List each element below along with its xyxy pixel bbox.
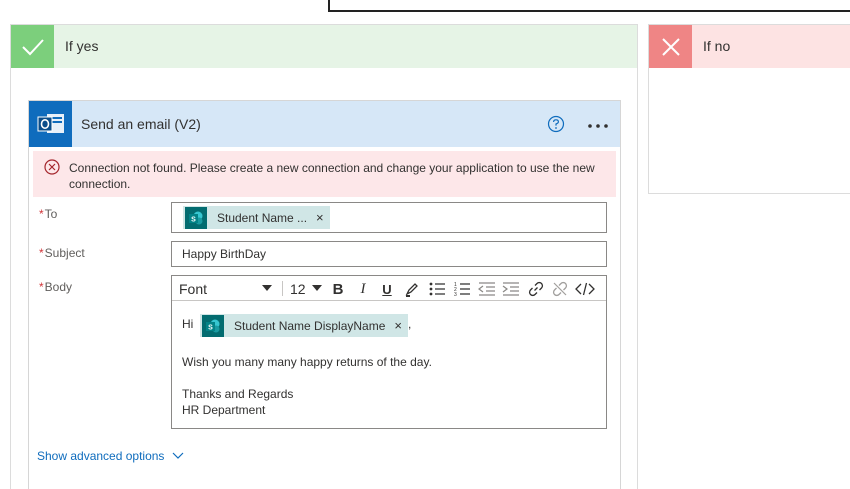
numbered-list-icon[interactable]: 123 (452, 279, 472, 299)
body-line-wishes: Wish you many many happy returns of the … (182, 355, 432, 369)
advanced-options-label: Show advanced options (37, 449, 165, 463)
error-message: Connection not found. Please create a ne… (69, 161, 595, 191)
body-label: *Body (39, 280, 73, 294)
subject-field[interactable]: Happy BirthDay (171, 241, 607, 267)
sharepoint-icon: S (185, 206, 207, 229)
if-no-branch: If no (648, 24, 850, 194)
body-comma: , (408, 317, 412, 331)
to-token-label: Student Name ... (217, 210, 308, 225)
more-options-icon[interactable] (587, 113, 609, 134)
to-token-remove-icon[interactable]: × (316, 210, 324, 225)
svg-text:S: S (191, 216, 196, 223)
to-dynamic-token[interactable]: S Student Name ... × (183, 206, 330, 229)
toolbar-divider (282, 281, 283, 296)
remove-link-icon[interactable] (550, 279, 570, 299)
if-yes-title: If yes (65, 38, 99, 54)
chevron-down-icon (173, 452, 184, 459)
if-no-title: If no (703, 38, 731, 54)
outlook-icon (29, 101, 72, 147)
italic-button[interactable]: I (353, 279, 373, 299)
sharepoint-icon: S (202, 314, 224, 337)
insert-link-icon[interactable] (526, 279, 546, 299)
body-dynamic-token[interactable]: S Student Name DisplayName × (200, 314, 408, 337)
to-label: *To (39, 207, 58, 221)
body-line-department: HR Department (182, 403, 266, 417)
decrease-indent-icon[interactable] (477, 279, 497, 299)
rich-text-toolbar: Font 12 B I U 123 (172, 276, 606, 301)
no-cross-icon (649, 25, 692, 68)
font-dropdown-caret-icon[interactable] (262, 285, 272, 291)
to-field[interactable]: S Student Name ... × (171, 202, 607, 233)
action-header[interactable]: Send an email (V2) (29, 101, 620, 147)
action-title: Send an email (V2) (81, 116, 201, 132)
underline-button[interactable]: U (377, 279, 397, 299)
bold-button[interactable]: B (328, 279, 348, 299)
highlight-pen-icon[interactable] (402, 279, 422, 299)
font-size-select[interactable]: 12 (290, 281, 306, 297)
body-token-remove-icon[interactable]: × (394, 318, 402, 333)
size-dropdown-caret-icon[interactable] (312, 285, 322, 291)
subject-value: Happy BirthDay (182, 247, 267, 261)
svg-text:S: S (208, 324, 213, 331)
bullet-list-icon[interactable] (427, 279, 447, 299)
body-line-regards: Thanks and Regards (182, 387, 294, 401)
send-email-action-card: Send an email (V2) Connection not found.… (28, 100, 621, 489)
show-advanced-options-link[interactable]: Show advanced options (37, 449, 184, 463)
code-view-icon[interactable] (575, 279, 595, 299)
if-no-header[interactable]: If no (649, 25, 850, 68)
error-circle-icon (44, 159, 60, 175)
body-greeting: Hi (182, 317, 194, 331)
increase-indent-icon[interactable] (501, 279, 521, 299)
subject-label: *Subject (39, 246, 85, 260)
svg-text:3: 3 (454, 292, 457, 297)
body-token-label: Student Name DisplayName (234, 318, 386, 333)
body-editor[interactable]: Font 12 B I U 123 Hi S Student Name Disp… (171, 275, 607, 429)
yes-checkmark-icon (11, 25, 54, 68)
help-icon[interactable] (547, 115, 565, 133)
flow-connector-line (328, 0, 850, 12)
connection-error-banner: Connection not found. Please create a ne… (33, 151, 616, 197)
if-yes-header[interactable]: If yes (11, 25, 637, 68)
font-family-select[interactable]: Font (179, 281, 207, 297)
